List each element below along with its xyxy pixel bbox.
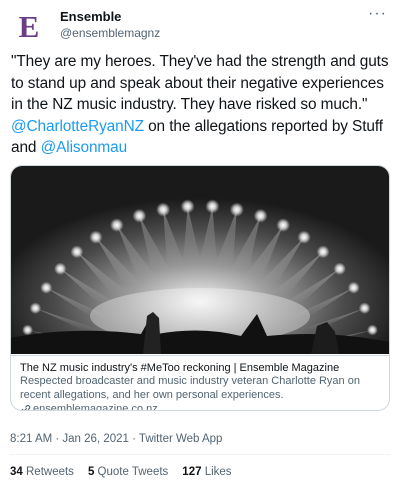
stage-light xyxy=(22,324,34,336)
likes-count: 127 xyxy=(182,466,202,478)
retweets-count: 34 xyxy=(10,466,23,478)
mention-link[interactable]: @Alisonmau xyxy=(41,139,128,156)
card-description: Respected broadcaster and music industry… xyxy=(20,375,360,401)
stage-light xyxy=(366,324,378,336)
retweets-label: Retweets xyxy=(26,466,74,478)
tweet-stats: 34 Retweets 5 Quote Tweets 127 Likes xyxy=(10,464,246,480)
card-image[interactable] xyxy=(11,166,389,354)
stage-light xyxy=(358,302,371,314)
author-names[interactable]: Ensemble @ensemblemagnz xyxy=(60,9,160,41)
likes-stat[interactable]: 127 Likes xyxy=(182,464,231,480)
stage-light xyxy=(156,202,171,217)
stage-light xyxy=(205,199,220,214)
mention-link[interactable]: @CharlotteRyanNZ xyxy=(11,118,144,135)
stage-light xyxy=(40,281,53,294)
link-icon xyxy=(21,404,31,410)
stage-light xyxy=(276,218,291,232)
quote-tweets-label: Quote Tweets xyxy=(97,466,169,478)
likes-label: Likes xyxy=(204,466,232,478)
quote-tweets-count: 5 xyxy=(87,466,95,478)
stage-light xyxy=(89,230,103,244)
tweet-timestamp[interactable]: 8:21 AM · Jan 26, 2021 · Twitter Web App xyxy=(10,431,222,447)
stage-light xyxy=(347,281,360,294)
card-domain: ensemblemagazine.co.nz xyxy=(20,402,380,411)
link-card[interactable]: The NZ music industry's #MeToo reckoning… xyxy=(10,165,390,411)
divider xyxy=(10,454,390,455)
stage-light xyxy=(29,302,42,314)
stage-light xyxy=(297,230,311,244)
stage-light xyxy=(333,262,346,275)
stage-light xyxy=(229,202,244,217)
card-info[interactable]: The NZ music industry's #MeToo reckoning… xyxy=(11,355,389,411)
user-handle[interactable]: @ensemblemagnz xyxy=(60,25,160,41)
stage-light xyxy=(110,218,124,232)
tweet: E Ensemble @ensemblemagnz ··· "They are … xyxy=(0,0,400,490)
avatar-logo-letter: E xyxy=(18,9,40,44)
stage-light xyxy=(54,262,67,275)
card-domain-text: ensemblemagazine.co.nz xyxy=(33,403,158,411)
display-name[interactable]: Ensemble xyxy=(60,9,160,25)
stage-light xyxy=(316,245,330,259)
card-title[interactable]: The NZ music industry's #MeToo reckoning… xyxy=(20,361,380,375)
stage-light xyxy=(253,208,268,223)
stage-light xyxy=(70,245,84,259)
quote-tweets-stat[interactable]: 5 Quote Tweets xyxy=(88,464,168,480)
stage-light xyxy=(180,199,195,214)
more-options-icon[interactable]: ··· xyxy=(368,6,387,22)
retweets-stat[interactable]: 34 Retweets xyxy=(10,464,74,480)
stage-light xyxy=(132,208,147,223)
avatar[interactable]: E xyxy=(9,6,49,46)
tweet-text: "They are my heroes. They've had the str… xyxy=(11,51,391,159)
tweet-text-part: "They are my heroes. They've had the str… xyxy=(11,53,389,113)
tweet-header: E Ensemble @ensemblemagnz ··· xyxy=(9,6,391,46)
